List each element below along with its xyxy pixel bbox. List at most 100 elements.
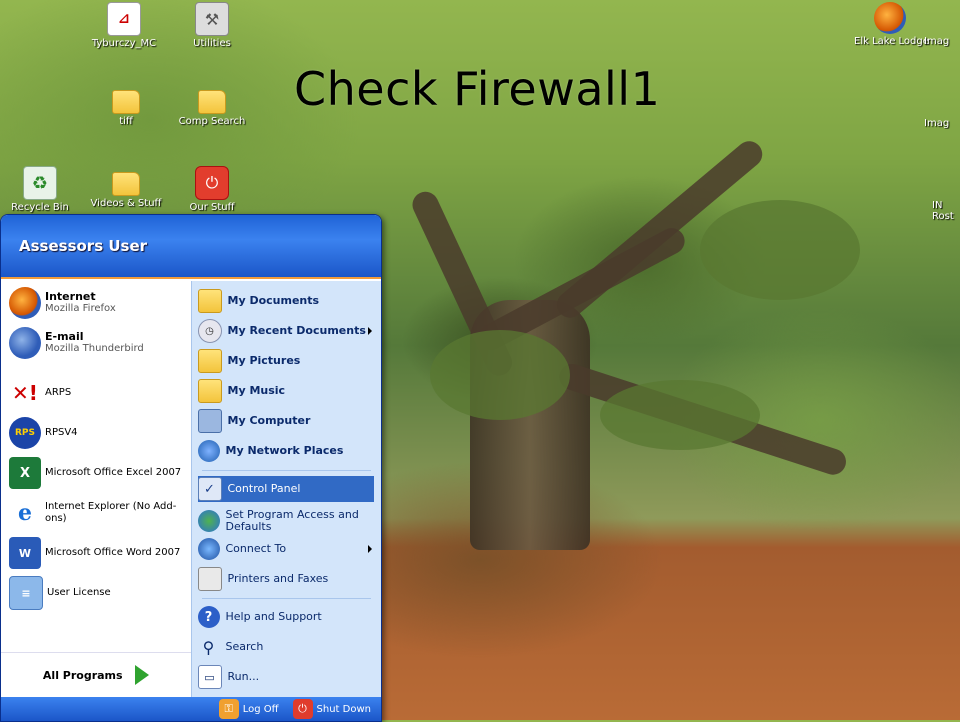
submenu-arrow-icon: [367, 545, 372, 553]
desktop-icon-label: Comp Search: [178, 116, 246, 127]
start-menu-header: Assessors User: [1, 215, 381, 279]
menu-item-internet[interactable]: Internet Mozilla Firefox: [9, 285, 185, 321]
desktop-icon-imag-1[interactable]: Imag: [924, 2, 960, 47]
menu-item-word[interactable]: W Microsoft Office Word 2007: [9, 535, 185, 571]
menu-item-excel[interactable]: X Microsoft Office Excel 2007: [9, 455, 185, 491]
menu-item-title: Internet Explorer (No Add-ons): [45, 501, 177, 524]
program-access-icon: [197, 510, 220, 532]
divider: [201, 598, 371, 599]
desktop-icon-label: tiff: [119, 116, 133, 127]
run-icon: ▭: [197, 665, 222, 689]
menu-item-title: Microsoft Office Word 2007: [45, 547, 181, 558]
menu-item-label: Printers and Faxes: [227, 572, 329, 585]
all-programs-button[interactable]: All Programs: [1, 652, 191, 697]
menu-item-help-support[interactable]: ? Help and Support: [197, 604, 374, 630]
menu-item-my-recent-documents[interactable]: ◷ My Recent Documents: [197, 318, 374, 344]
menu-item-title: ARPS: [45, 387, 72, 398]
menu-item-arps[interactable]: ✕! ARPS: [9, 375, 185, 411]
menu-item-my-pictures[interactable]: My Pictures: [197, 348, 374, 374]
menu-item-my-computer[interactable]: My Computer: [197, 408, 374, 434]
menu-item-my-music[interactable]: My Music: [197, 378, 374, 404]
search-icon: ⚲: [202, 637, 215, 657]
shut-down-icon: ⏻: [292, 699, 313, 719]
arps-icon: ✕!: [12, 381, 38, 405]
folder-icon: [112, 90, 140, 114]
folder-icon: [112, 172, 140, 196]
arrow-right-icon: [134, 665, 149, 685]
desktop-icon-in-rost[interactable]: IN Rost: [932, 166, 960, 222]
log-off-button[interactable]: ⚿ Log Off: [218, 699, 279, 719]
menu-item-search[interactable]: ⚲ Search: [198, 634, 374, 660]
desktop-icon-label: Utilities: [193, 38, 231, 49]
menu-item-title: RPSV4: [45, 427, 78, 438]
menu-item-label: Search: [225, 640, 264, 653]
tools-icon: ⚒: [195, 2, 229, 36]
desktop-icon-recycle-bin[interactable]: ♻ Recycle Bin: [4, 166, 76, 213]
moss-clump: [430, 330, 570, 420]
menu-item-my-network-places[interactable]: My Network Places: [197, 438, 374, 464]
recent-documents-icon: ◷: [197, 319, 222, 343]
start-menu: Assessors User Internet Mozilla Firefox E…: [0, 214, 382, 722]
menu-item-title: Internet: [45, 290, 96, 303]
divider: [201, 470, 371, 471]
firefox-icon: [9, 287, 41, 319]
desktop-icon-imag-2[interactable]: Imag: [924, 84, 960, 129]
menu-item-run[interactable]: ▭ Run...: [197, 664, 374, 690]
menu-item-label: Help and Support: [225, 610, 322, 623]
start-menu-footer: ⚿ Log Off ⏻ Shut Down: [1, 697, 381, 721]
pictures-folder-icon: [197, 349, 222, 373]
start-menu-body: Internet Mozilla Firefox E-mail Mozilla Th…: [1, 281, 381, 697]
excel-icon: X: [9, 457, 41, 489]
shut-down-label: Shut Down: [316, 703, 371, 715]
connect-to-icon: [197, 538, 220, 560]
menu-item-user-license[interactable]: ≡ User License: [9, 575, 185, 611]
power-icon: ⏻: [195, 166, 229, 200]
menu-item-set-program-access[interactable]: Set Program Access and Defaults: [197, 506, 374, 536]
thunderbird-icon: [9, 327, 41, 359]
desktop-icon-tyburczy[interactable]: ⊿ Tyburczy_MC: [88, 2, 160, 49]
firefox-shortcut-icon: [874, 2, 906, 34]
menu-item-my-documents[interactable]: My Documents: [197, 288, 374, 314]
menu-item-subtitle: Mozilla Firefox: [45, 303, 116, 314]
menu-item-label: My Pictures: [227, 354, 301, 367]
menu-item-printers-faxes[interactable]: Printers and Faxes: [197, 566, 374, 592]
menu-item-label: My Network Places: [225, 444, 344, 457]
moss-clump: [600, 380, 760, 450]
desktop-icon-utilities[interactable]: ⚒ Utilities: [176, 2, 248, 49]
computer-icon: [197, 409, 222, 433]
menu-item-label: My Computer: [227, 414, 311, 427]
menu-item-connect-to[interactable]: Connect To: [197, 536, 374, 562]
desktop-icon-elk-lake-lodge[interactable]: Elk Lake Lodge: [854, 2, 929, 47]
pdf-icon: ⊿: [107, 2, 141, 36]
shut-down-button[interactable]: ⏻ Shut Down: [292, 699, 371, 719]
user-name: Assessors User: [19, 237, 148, 255]
desktop-icon-label: Imag: [924, 118, 950, 129]
desktop-icon-label: Our Stuff: [189, 202, 235, 213]
desktop-icon-label: Imag: [924, 36, 950, 47]
menu-item-title: User License: [47, 587, 111, 598]
recycle-bin-icon: ♻: [23, 166, 57, 200]
desktop-icon-our-stuff[interactable]: ⏻ Our Stuff: [176, 166, 248, 213]
menu-item-rpsv4[interactable]: RPS RPSV4: [9, 415, 185, 451]
overlay-title: Check Firewall1: [294, 62, 661, 116]
desktop-icon-label: Tyburczy_MC: [91, 38, 157, 49]
menu-item-email[interactable]: E-mail Mozilla Thunderbird: [9, 325, 185, 361]
menu-item-label: Control Panel: [227, 482, 301, 495]
pinned-programs-pane: Internet Mozilla Firefox E-mail Mozilla Th…: [1, 281, 191, 697]
menu-item-subtitle: Mozilla Thunderbird: [45, 343, 144, 354]
menu-item-control-panel[interactable]: ✓ Control Panel: [197, 476, 374, 502]
word-icon: W: [9, 537, 41, 569]
image-icon: [926, 84, 958, 116]
desktop-icon-videos-stuff[interactable]: Videos & Stuff: [90, 166, 162, 209]
submenu-arrow-icon: [367, 327, 372, 335]
menu-item-internet-explorer[interactable]: e Internet Explorer (No Add-ons): [9, 495, 185, 531]
log-off-icon: ⚿: [218, 699, 239, 719]
internet-explorer-icon: e: [18, 500, 32, 526]
desktop-icon-tiff[interactable]: tiff: [90, 84, 162, 127]
folder-icon: [198, 90, 226, 114]
desktop-icon-label: Elk Lake Lodge: [854, 36, 929, 47]
places-pane: My Documents ◷ My Recent Documents My Pi…: [190, 281, 381, 697]
desktop-icon-comp-search[interactable]: Comp Search: [176, 84, 248, 127]
desktop-icon-label: Recycle Bin: [11, 202, 69, 213]
menu-item-label: My Music: [227, 384, 286, 397]
